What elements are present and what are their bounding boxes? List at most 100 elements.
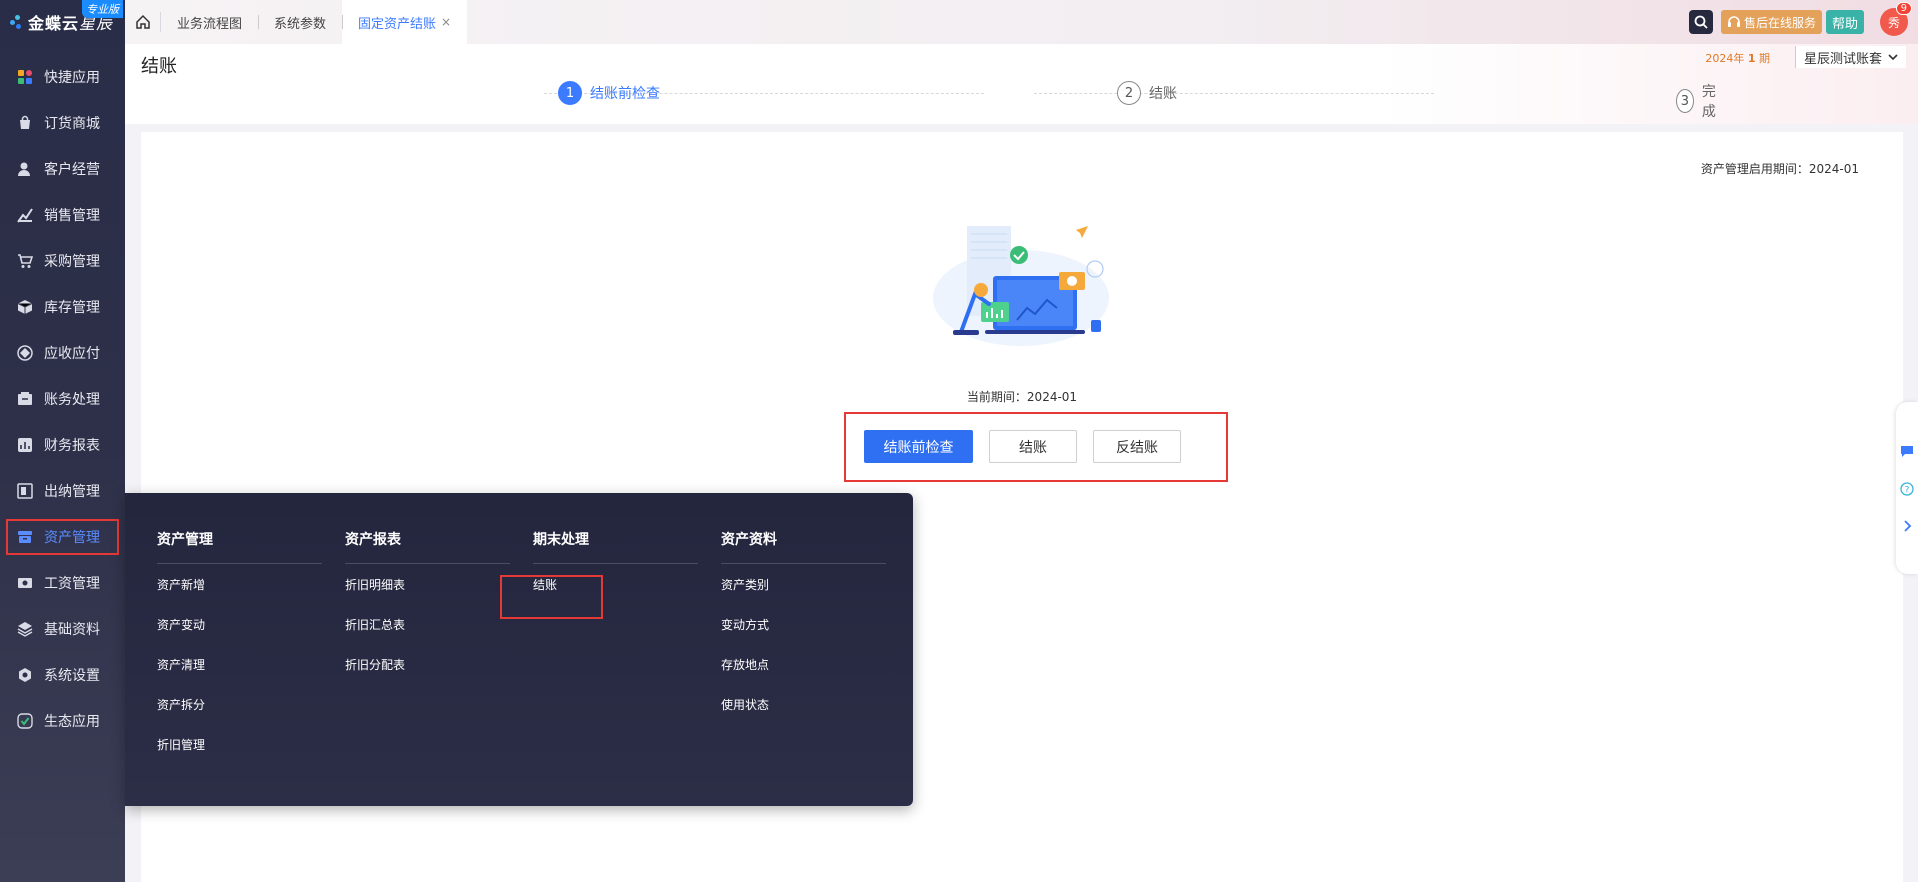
logo[interactable]: 金蝶云星辰 专业版: [0, 0, 125, 44]
sales-chart-icon: [16, 206, 34, 224]
menu-column-asset-reports: 资产报表 折旧明细表 折旧汇总表 折旧分配表: [345, 529, 510, 684]
page-title: 结账: [141, 56, 177, 77]
sidebar-item-asset-management[interactable]: 资产管理: [0, 514, 125, 560]
sidebar-item-label: 客户经营: [44, 162, 100, 178]
sidebar-item-label: 工资管理: [44, 576, 100, 592]
sidebar-item-label: 采购管理: [44, 254, 100, 270]
cart-icon: [16, 252, 34, 270]
menu-item-depreciation-management[interactable]: 折旧管理: [157, 724, 322, 764]
service-label: 售后在线服务: [1743, 15, 1816, 30]
tab-label: 业务流程图: [177, 16, 243, 32]
tab-system-params[interactable]: 系统参数: [258, 0, 342, 44]
accounting-period: 2024年 1 期: [1705, 50, 1770, 66]
sidebar-item-ecosystem[interactable]: 生态应用: [0, 698, 125, 744]
sidebar-item-label: 财务报表: [44, 438, 100, 454]
step-number: 1: [558, 81, 582, 105]
asset-management-menu: 资产管理 资产新增 资产变动 资产清理 资产拆分 折旧管理 资产报表 折旧明细表…: [125, 493, 913, 806]
tab-fixed-asset-closing[interactable]: 固定资产结账 ×: [342, 0, 468, 44]
menu-item-asset-disposal[interactable]: 资产清理: [157, 644, 322, 684]
after-sales-service-button[interactable]: 售后在线服务: [1720, 10, 1822, 34]
home-icon: [135, 14, 150, 29]
home-button[interactable]: [125, 12, 161, 32]
step-precheck: 1 结账前检查: [558, 81, 660, 105]
sidebar-item-system-settings[interactable]: 系统设置: [0, 652, 125, 698]
menu-item-usage-status[interactable]: 使用状态: [721, 684, 886, 724]
sidebar-item-label: 系统设置: [44, 668, 100, 684]
sidebar-item-label: 销售管理: [44, 208, 100, 224]
sidebar-item-basic-data[interactable]: 基础资料: [0, 606, 125, 652]
topbar: 业务流程图 系统参数 固定资产结账 × 售后在线服务 帮助 秀 9: [125, 0, 1918, 44]
sidebar-item-label: 生态应用: [44, 714, 100, 730]
menu-item-change-method[interactable]: 变动方式: [721, 604, 886, 644]
closing-illustration: [933, 226, 1109, 346]
sidebar-item-label: 快捷应用: [44, 70, 100, 86]
salary-icon: [16, 574, 34, 592]
menu-item-asset-category[interactable]: 资产类别: [721, 564, 886, 604]
sidebar-item-receivable[interactable]: 应收应付: [0, 330, 125, 376]
menu-column-title: 资产报表: [345, 529, 510, 564]
precheck-button[interactable]: 结账前检查: [864, 430, 973, 463]
sidebar-item-inventory[interactable]: 库存管理: [0, 284, 125, 330]
close-account-button[interactable]: 结账: [989, 430, 1077, 463]
layers-icon: [16, 620, 34, 638]
tab-business-flow[interactable]: 业务流程图: [161, 0, 258, 44]
topbar-actions: 售后在线服务 帮助 秀 9: [1688, 2, 1912, 36]
sidebar-nav: 快捷应用 订货商城 客户经营 销售管理 采购管理 库存管理 应收应付 账务处理 …: [0, 54, 125, 744]
menu-column-title: 期末处理: [533, 529, 698, 564]
step-connector: [1034, 93, 1434, 94]
search-icon: [1694, 15, 1708, 29]
sidebar-item-customer[interactable]: 客户经营: [0, 146, 125, 192]
highlight-frame: [6, 519, 119, 555]
sidebar-item-quick-apps[interactable]: 快捷应用: [0, 54, 125, 100]
sidebar-item-sales[interactable]: 销售管理: [0, 192, 125, 238]
settings-icon: [16, 666, 34, 684]
account-book-name: 星辰测试账套: [1803, 51, 1882, 67]
sidebar-item-cashier[interactable]: 出纳管理: [0, 468, 125, 514]
customer-icon: [16, 160, 34, 178]
logo-dots-icon: [10, 15, 24, 29]
avatar[interactable]: 秀 9: [1880, 2, 1912, 36]
help-button[interactable]: 帮助: [1825, 10, 1864, 34]
sidebar-item-financial-report[interactable]: 财务报表: [0, 422, 125, 468]
current-period: 当前期间：2024-01: [966, 390, 1078, 404]
period-suffix: 期: [1759, 52, 1770, 65]
apps-icon: [16, 68, 34, 86]
edition-badge: 专业版: [82, 0, 123, 18]
menu-item-asset-change[interactable]: 资产变动: [157, 604, 322, 644]
page-header: 结账 2024年 1 期 星辰测试账套 1 结账前检查 2 结账 3 完成: [125, 44, 1918, 124]
sidebar-item-label: 库存管理: [44, 300, 100, 316]
sidebar-item-salary[interactable]: 工资管理: [0, 560, 125, 606]
search-button[interactable]: [1688, 10, 1713, 34]
close-icon[interactable]: ×: [441, 15, 451, 29]
account-book-select[interactable]: 星辰测试账套: [1794, 46, 1906, 68]
shop-bag-icon: [16, 114, 34, 132]
period-number: 1: [1747, 52, 1756, 65]
box-icon: [16, 298, 34, 316]
menu-item-asset-split[interactable]: 资产拆分: [157, 684, 322, 724]
sidebar-item-label: 应收应付: [44, 346, 100, 362]
reverse-close-button[interactable]: 反结账: [1093, 430, 1181, 463]
diamond-icon: [16, 344, 34, 362]
step-label: 结账: [1149, 86, 1177, 102]
step-label: 完成: [1701, 84, 1716, 120]
menu-item-depreciation-summary[interactable]: 折旧汇总表: [345, 604, 510, 644]
floating-toolbar: ?: [1896, 402, 1918, 574]
menu-item-depreciation-detail[interactable]: 折旧明细表: [345, 564, 510, 604]
chat-icon[interactable]: [1900, 444, 1914, 458]
step-complete: 3 完成: [1676, 81, 1722, 121]
sidebar-item-accounting[interactable]: 账务处理: [0, 376, 125, 422]
menu-item-asset-add[interactable]: 资产新增: [157, 564, 322, 604]
step-number: 2: [1117, 81, 1141, 105]
step-closing: 2 结账: [1117, 81, 1177, 105]
tab-label: 固定资产结账: [358, 16, 437, 32]
chevron-right-icon[interactable]: [1902, 520, 1912, 532]
sidebar-item-purchase[interactable]: 采购管理: [0, 238, 125, 284]
sidebar-item-order-mall[interactable]: 订货商城: [0, 100, 125, 146]
question-icon[interactable]: ?: [1900, 482, 1914, 496]
menu-item-storage-location[interactable]: 存放地点: [721, 644, 886, 684]
tab-label: 系统参数: [274, 16, 327, 32]
menu-item-depreciation-allocation[interactable]: 折旧分配表: [345, 644, 510, 684]
headset-icon: [1727, 16, 1740, 27]
notification-badge: 9: [1895, 2, 1912, 15]
sidebar-item-label: 账务处理: [44, 392, 100, 408]
